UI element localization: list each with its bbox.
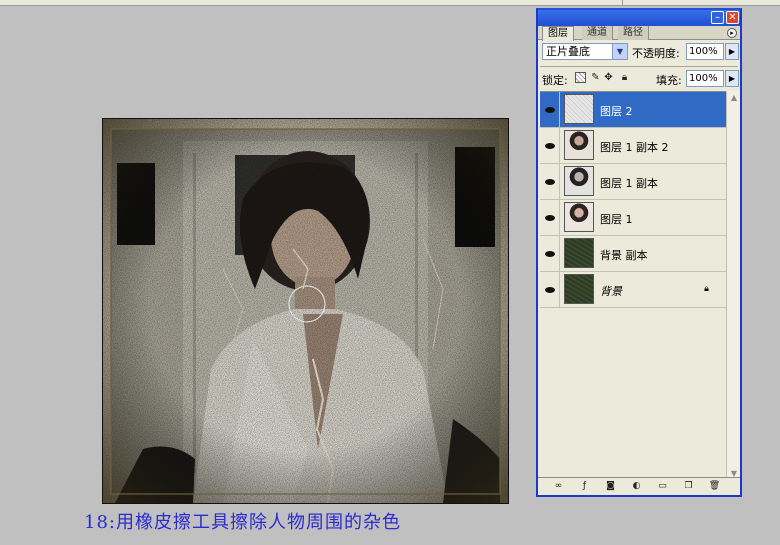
blend-mode-value: 正片叠底 xyxy=(546,45,590,58)
visibility-eye-icon[interactable] xyxy=(540,200,560,235)
panel-menu-icon[interactable]: ▸ xyxy=(727,28,737,38)
layers-list: 图层 2 图层 1 副本 2 图层 1 副本 图层 1 背景 副本 背景 🔒︎ xyxy=(540,91,726,481)
layer-thumbnail xyxy=(564,130,594,160)
panel-tabs: 图层 通道 路径 ▸ xyxy=(538,26,740,41)
layer-row[interactable]: 背景 副本 xyxy=(540,236,726,272)
portrait-photo xyxy=(103,119,508,503)
minimize-button[interactable]: – xyxy=(711,11,724,24)
new-layer-icon[interactable]: ❐ xyxy=(682,480,695,493)
layers-footer: ∞ ƒ ◙ ◐ ▭ ❐ 🗑︎ xyxy=(538,477,740,495)
top-strip-divider xyxy=(622,0,772,6)
add-mask-icon[interactable]: ◙ xyxy=(604,480,617,493)
image-canvas[interactable] xyxy=(102,118,509,504)
layer-name: 背景 副本 xyxy=(600,249,648,262)
top-window-strip xyxy=(0,0,780,6)
layer-name: 图层 1 副本 xyxy=(600,177,658,190)
lock-transparency-icon[interactable] xyxy=(575,72,586,83)
lock-icon: 🔒︎ xyxy=(704,284,709,294)
layer-row[interactable]: 图层 1 副本 2 xyxy=(540,128,726,164)
new-group-icon[interactable]: ▭ xyxy=(656,480,669,493)
blend-mode-select[interactable]: 正片叠底 ▼ xyxy=(542,43,628,60)
adjustment-layer-icon[interactable]: ◐ xyxy=(630,480,643,493)
divider xyxy=(540,66,738,67)
layer-thumbnail xyxy=(564,238,594,268)
layers-scrollbar[interactable]: ▲ ▼ xyxy=(726,91,740,481)
layer-style-icon[interactable]: ƒ xyxy=(578,480,591,493)
layer-thumbnail xyxy=(564,166,594,196)
layer-name: 图层 1 副本 2 xyxy=(600,141,669,154)
step-caption: 18:用橡皮擦工具擦除人物周围的杂色 xyxy=(84,512,401,533)
fill-label: 填充: xyxy=(656,74,682,87)
chevron-down-icon[interactable]: ▼ xyxy=(612,44,627,59)
trash-icon[interactable]: 🗑︎ xyxy=(708,480,721,493)
lock-all-icon[interactable]: 🔒︎ xyxy=(619,72,630,83)
visibility-eye-icon[interactable] xyxy=(540,92,560,127)
opacity-input[interactable]: 100% xyxy=(686,43,724,60)
blend-row: 正片叠底 ▼ 不透明度: 100% ▶ xyxy=(542,42,739,62)
visibility-eye-icon[interactable] xyxy=(540,164,560,199)
visibility-eye-icon[interactable] xyxy=(540,128,560,163)
layer-thumbnail xyxy=(564,274,594,304)
layers-panel: – ✕ 图层 通道 路径 ▸ 正片叠底 ▼ 不透明度: 100% ▶ 锁定: ✎… xyxy=(536,8,742,497)
tab-paths[interactable]: 路径 xyxy=(618,26,649,40)
layer-row[interactable]: 图层 2 xyxy=(540,92,726,128)
link-icon[interactable]: ∞ xyxy=(552,480,565,493)
visibility-eye-icon[interactable] xyxy=(540,236,560,271)
layer-name: 背景 xyxy=(600,285,622,298)
layer-thumbnail xyxy=(564,202,594,232)
layer-thumbnail xyxy=(564,94,594,124)
tab-layers[interactable]: 图层 xyxy=(542,26,574,41)
close-button[interactable]: ✕ xyxy=(726,11,739,24)
lock-label: 锁定: xyxy=(542,74,568,87)
fill-slider-button[interactable]: ▶ xyxy=(725,70,739,87)
layer-row[interactable]: 图层 1 副本 xyxy=(540,164,726,200)
layer-name: 图层 2 xyxy=(600,105,633,118)
lock-brush-icon[interactable]: ✎ xyxy=(590,72,601,83)
lock-row: 锁定: ✎ ✥ 🔒︎ 填充: 100% ▶ xyxy=(542,68,739,88)
layer-name: 图层 1 xyxy=(600,213,633,226)
fill-input[interactable]: 100% xyxy=(686,70,724,87)
opacity-label: 不透明度: xyxy=(632,47,680,60)
layer-row[interactable]: 背景 🔒︎ xyxy=(540,272,726,308)
tab-channels[interactable]: 通道 xyxy=(582,26,613,40)
scroll-up-icon[interactable]: ▲ xyxy=(727,91,741,105)
lock-move-icon[interactable]: ✥ xyxy=(603,72,614,83)
panel-titlebar[interactable]: – ✕ xyxy=(538,10,740,26)
opacity-slider-button[interactable]: ▶ xyxy=(725,43,739,60)
visibility-eye-icon[interactable] xyxy=(540,272,560,307)
layer-row[interactable]: 图层 1 xyxy=(540,200,726,236)
